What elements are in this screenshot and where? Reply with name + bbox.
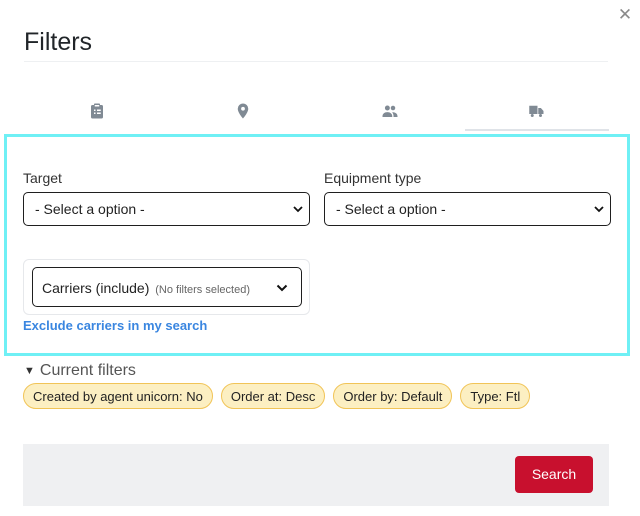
title-divider bbox=[24, 61, 608, 62]
tab-general[interactable] bbox=[24, 96, 170, 132]
carriers-filter-card: Carriers (include) (No filters selected) bbox=[23, 259, 310, 315]
close-icon[interactable]: ✕ bbox=[617, 6, 633, 24]
chevron-down-icon bbox=[293, 204, 303, 214]
filter-chip[interactable]: Type: Ftl bbox=[460, 383, 531, 409]
filter-tabs bbox=[24, 96, 610, 132]
filter-chip[interactable]: Order by: Default bbox=[333, 383, 453, 409]
equipment-type-label: Equipment type bbox=[324, 170, 422, 186]
carriers-select-text: Carriers (include) (No filters selected) bbox=[42, 280, 250, 298]
carriers-hint: (No filters selected) bbox=[155, 284, 251, 296]
filter-chip[interactable]: Order at: Desc bbox=[220, 383, 326, 409]
carriers-include-select[interactable]: Carriers (include) (No filters selected) bbox=[32, 267, 302, 307]
exclude-carriers-link[interactable]: Exclude carriers in my search bbox=[23, 318, 207, 333]
target-select[interactable]: - Select a option - bbox=[23, 192, 310, 226]
equipment-type-select[interactable]: - Select a option - bbox=[324, 192, 611, 226]
current-filter-chips: Created by agent unicorn: No Order at: D… bbox=[23, 383, 531, 409]
current-filters-label: Current filters bbox=[39, 362, 136, 379]
filters-modal: ✕ Filters Target - Select a option - Equ… bbox=[0, 0, 640, 516]
triangle-down-icon: ▼ bbox=[24, 365, 35, 377]
chevron-down-icon bbox=[276, 282, 288, 294]
location-pin-icon bbox=[238, 103, 249, 119]
tab-people[interactable] bbox=[317, 96, 463, 132]
carriers-label: Carriers (include) bbox=[42, 280, 150, 296]
tab-equipment[interactable] bbox=[463, 96, 610, 132]
target-selected-value: - Select a option - bbox=[35, 201, 145, 217]
modal-footer: Search bbox=[23, 444, 609, 506]
equipment-type-selected-value: - Select a option - bbox=[336, 201, 446, 217]
filter-chip[interactable]: Created by agent unicorn: No bbox=[23, 383, 213, 409]
clipboard-icon bbox=[91, 103, 104, 119]
tab-location[interactable] bbox=[170, 96, 316, 132]
chevron-down-icon bbox=[594, 204, 604, 214]
current-filters-toggle[interactable]: ▼ Current filters bbox=[24, 362, 136, 381]
truck-icon bbox=[529, 105, 544, 117]
people-icon bbox=[382, 105, 398, 117]
target-label: Target bbox=[23, 170, 62, 186]
search-button[interactable]: Search bbox=[515, 456, 593, 493]
modal-title: Filters bbox=[24, 28, 93, 56]
